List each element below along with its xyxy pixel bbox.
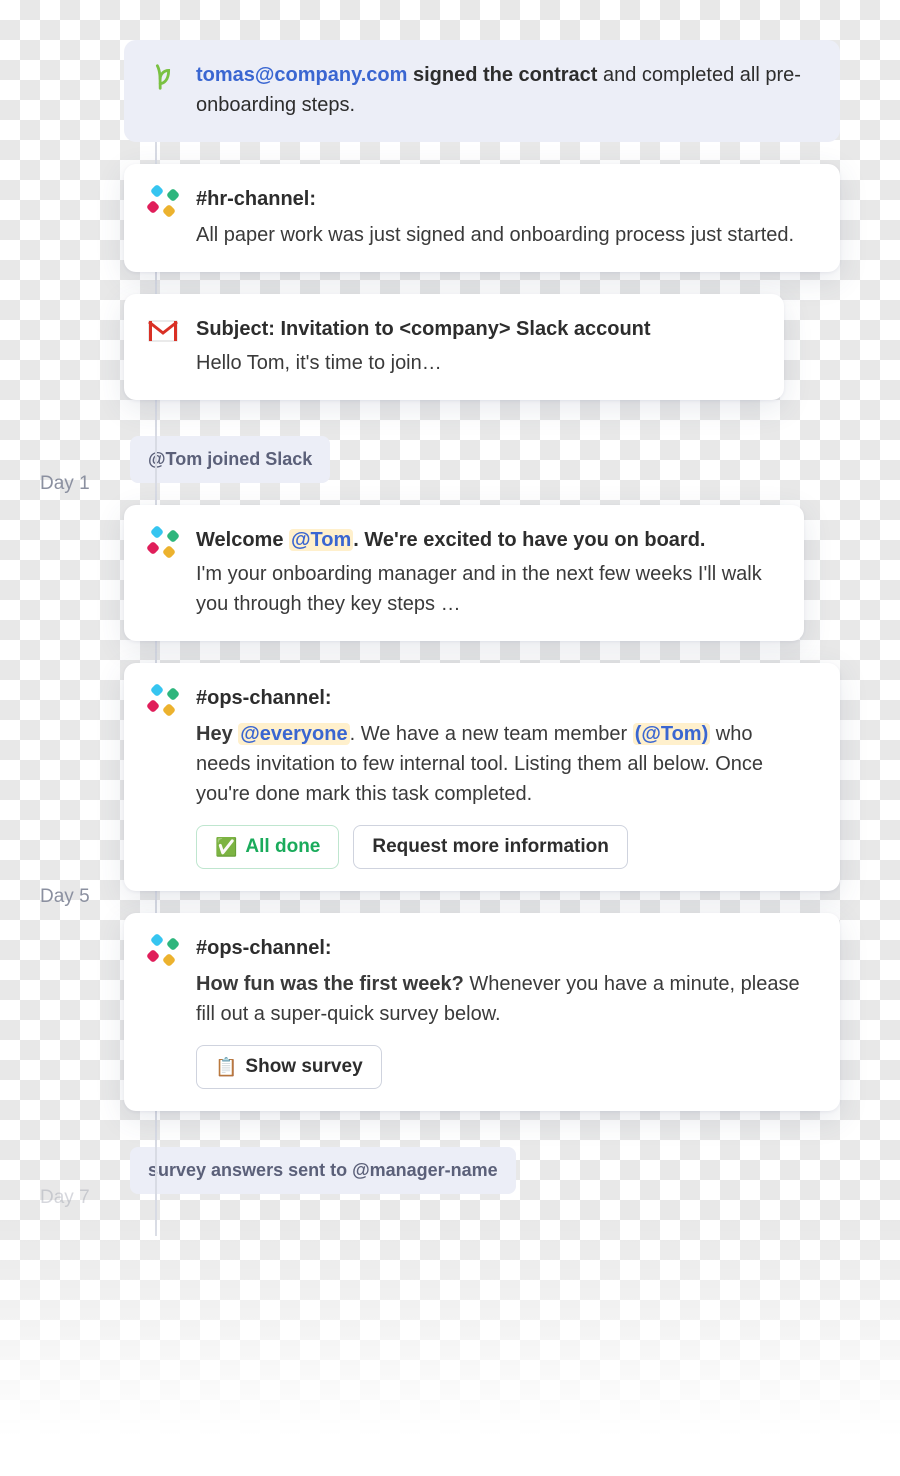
label-day-5: Day 5 xyxy=(40,883,90,912)
ops-survey-actions: 📋 Show survey xyxy=(196,1045,812,1089)
mention-everyone: @everyone xyxy=(238,723,349,745)
gmail-icon xyxy=(146,314,180,348)
gmail-body: Hello Tom, it's time to join… xyxy=(196,348,756,378)
welcome-body: I'm your onboarding manager and in the n… xyxy=(196,559,776,619)
slack-icon xyxy=(146,683,180,717)
pill-joined-slack: @Tom joined Slack xyxy=(130,436,330,483)
hr-channel-body: All paper work was just signed and onboa… xyxy=(196,220,812,250)
card-contract-title: tomas@company.com signed the contract an… xyxy=(196,60,812,120)
mention-tom: @Tom xyxy=(289,529,353,551)
label-day-7: Day 7 xyxy=(40,1184,90,1213)
card-ops-announce: #ops-channel: Hey @everyone. We have a n… xyxy=(124,663,840,891)
signer-email: tomas@company.com xyxy=(196,64,407,86)
clipboard-icon: 📋 xyxy=(215,1058,237,1076)
slack-icon xyxy=(146,525,180,559)
card-hr-channel: #hr-channel: All paper work was just sig… xyxy=(124,164,840,272)
bamboohr-icon xyxy=(146,60,180,94)
card-welcome: Welcome @Tom. We're excited to have you … xyxy=(124,505,804,641)
timeline: tomas@company.com signed the contract an… xyxy=(0,0,900,1476)
pill-survey-sent: survey answers sent to @manager-name xyxy=(130,1147,516,1194)
ops-announce-body: Hey @everyone. We have a new team member… xyxy=(196,719,812,809)
welcome-title: Welcome @Tom. We're excited to have you … xyxy=(196,525,776,555)
mention-tom: (@Tom) xyxy=(633,723,711,745)
gmail-subject: Subject: Invitation to <company> Slack a… xyxy=(196,314,756,344)
ops-channel-name: #ops-channel: xyxy=(196,683,812,713)
label-day-1: Day 1 xyxy=(40,470,90,499)
check-icon: ✅ xyxy=(215,838,237,856)
slack-icon xyxy=(146,933,180,967)
card-contract: tomas@company.com signed the contract an… xyxy=(124,40,840,142)
ops-survey-body: How fun was the first week? Whenever you… xyxy=(196,969,812,1029)
slack-icon xyxy=(146,184,180,218)
request-more-info-button[interactable]: Request more information xyxy=(353,825,627,869)
show-survey-button[interactable]: 📋 Show survey xyxy=(196,1045,382,1089)
hr-channel-name: #hr-channel: xyxy=(196,184,812,214)
ops-announce-actions: ✅ All done Request more information xyxy=(196,825,812,869)
card-gmail-invite: Subject: Invitation to <company> Slack a… xyxy=(124,294,784,400)
ops-channel-name: #ops-channel: xyxy=(196,933,812,963)
card-ops-survey: #ops-channel: How fun was the first week… xyxy=(124,913,840,1111)
all-done-button[interactable]: ✅ All done xyxy=(196,825,339,869)
